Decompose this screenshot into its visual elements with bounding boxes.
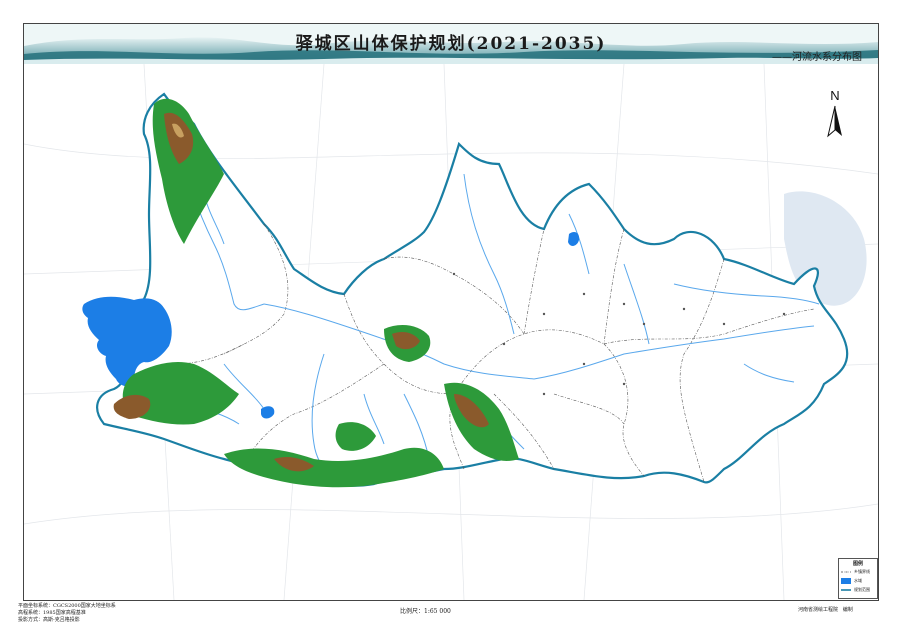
compiled-label: 编制 [842,607,853,613]
scale-text: 比例尺：1:65 000 [400,608,451,615]
coordinate-system: 平面坐标系统：CGCS2000国家大地坐标系 [18,603,116,609]
map-sheet: 驿城区山体保护规划(2021-2035) ——河流水系分布图 N 图例 乡镇界线… [0,0,900,640]
elevation-system: 高程系统：1985国家高程基准 [18,610,86,616]
coordinate-info: 平面坐标系统：CGCS2000国家大地坐标系 高程系统：1985国家高程基准 投… [18,603,116,624]
map-frame [23,23,879,601]
publisher-name: 河南省测绘工程院 [798,607,839,613]
projection-method: 投影方式：高斯-克吕格投影 [18,617,80,623]
publisher-info: 河南省测绘工程院 编制 [798,606,853,613]
